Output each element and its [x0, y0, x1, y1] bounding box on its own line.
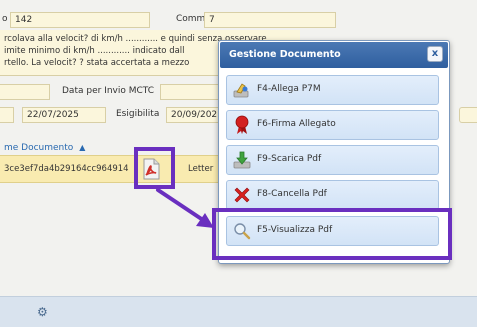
firma-allegato-label: F6-Firma Allegato	[257, 119, 336, 129]
delete-x-icon	[234, 187, 250, 203]
attach-certificate-icon	[233, 83, 249, 98]
highlight-visualizza-pdf	[212, 208, 452, 260]
firma-allegato-button[interactable]: F6-Firma Allegato	[226, 110, 439, 140]
cancella-pdf-button[interactable]: F8-Cancella Pdf	[226, 180, 439, 210]
download-arrow-icon	[233, 151, 251, 169]
close-icon[interactable]: x	[427, 46, 443, 62]
dialog-title: Gestione Documento	[220, 42, 448, 68]
footer-toolbar: ⚙	[0, 296, 477, 327]
allega-p7m-button[interactable]: F4-Allega P7M	[226, 75, 439, 105]
dialog-title-text: Gestione Documento	[229, 49, 341, 60]
scarica-pdf-label: F9-Scarica Pdf	[257, 154, 322, 164]
gear-icon[interactable]: ⚙	[37, 305, 48, 319]
cancella-pdf-label: F8-Cancella Pdf	[257, 189, 327, 199]
scarica-pdf-button[interactable]: F9-Scarica Pdf	[226, 145, 439, 175]
allega-p7m-label: F4-Allega P7M	[257, 84, 321, 94]
signature-ribbon-icon	[235, 115, 249, 134]
